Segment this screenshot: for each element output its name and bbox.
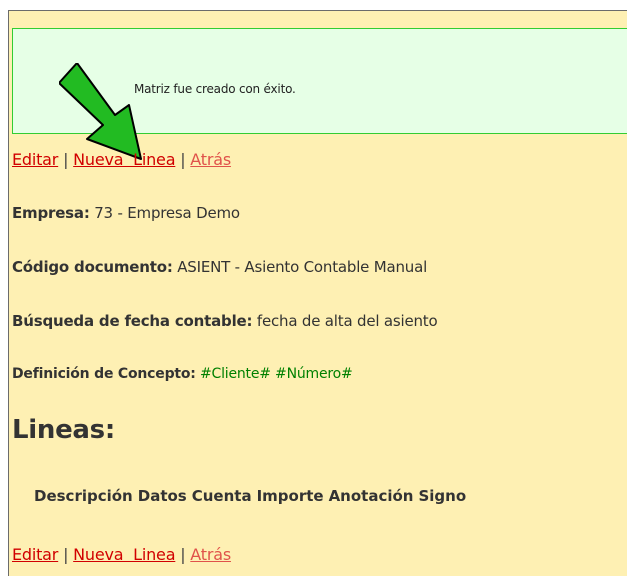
link-separator: | (63, 150, 69, 169)
field-value: ASIENT - Asiento Contable Manual (177, 258, 428, 276)
field-definicion-concepto: Definición de Concepto: #Cliente# #Númer… (12, 366, 353, 382)
action-links-top: Editar | Nueva Linea | Atrás (12, 150, 231, 169)
field-codigo-documento: Código documento: ASIENT - Asiento Conta… (12, 258, 427, 276)
link-separator: | (63, 545, 69, 564)
field-label: Búsqueda de fecha contable: (12, 312, 253, 330)
green-arrow-icon (59, 63, 142, 160)
lineas-title: Lineas: (12, 415, 115, 445)
column-header: Signo (418, 487, 467, 505)
field-label: Definición de Concepto: (12, 366, 196, 382)
concept-variable: #Cliente# (199, 366, 271, 382)
new-line-link[interactable]: Nueva Linea (73, 545, 175, 564)
field-empresa: Empresa: 73 - Empresa Demo (12, 204, 240, 222)
back-link[interactable]: Atrás (190, 545, 231, 564)
back-link[interactable]: Atrás (190, 150, 231, 169)
field-label: Código documento: (12, 258, 173, 276)
column-header: Datos (137, 487, 187, 505)
matriz-show-page: Matriz fue creado con éxito. Editar | Nu… (8, 10, 627, 576)
column-header: Cuenta (191, 487, 252, 505)
column-header: Importe (256, 487, 324, 505)
edit-link[interactable]: Editar (12, 150, 58, 169)
field-label: Empresa: (12, 204, 90, 222)
column-header: Descripción (34, 487, 133, 505)
edit-link[interactable]: Editar (12, 545, 58, 564)
link-separator: | (180, 150, 186, 169)
field-busqueda-fecha: Búsqueda de fecha contable: fecha de alt… (12, 312, 438, 330)
action-links-bottom: Editar | Nueva Linea | Atrás (12, 545, 231, 564)
concept-variable: #Número# (275, 366, 353, 382)
field-value: fecha de alta del asiento (256, 312, 438, 330)
new-line-link[interactable]: Nueva Linea (73, 150, 175, 169)
column-header: Anotación (328, 487, 414, 505)
lineas-table-header: Descripción Datos Cuenta Importe Anotaci… (34, 487, 466, 505)
link-separator: | (180, 545, 186, 564)
field-value: 73 - Empresa Demo (94, 204, 240, 222)
notice-message: Matriz fue creado con éxito. (134, 82, 296, 96)
